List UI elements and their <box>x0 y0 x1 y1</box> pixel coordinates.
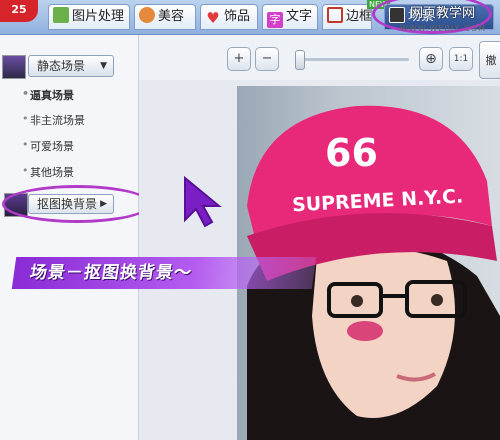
tab-text[interactable]: 字文字 <box>262 4 318 30</box>
scene-side-panel: 静态场景 ▼ 逼真场景 非主流场景 可爱场景 其他场景 抠图换背景 ▶ <box>0 35 152 440</box>
actual-size-icon: 1:1 <box>453 54 469 64</box>
zoom-out-icon: − <box>261 51 273 66</box>
tab-label: 饰品 <box>224 9 251 24</box>
category-realistic[interactable]: 逼真场景 <box>22 87 74 103</box>
actual-size-button[interactable]: 1:1 <box>449 47 473 71</box>
left-eye <box>351 295 363 307</box>
annotation-banner: 场景－抠图换背景～ <box>11 257 317 289</box>
tab-label: 美容 <box>158 9 185 24</box>
heart-icon: ♥ <box>206 9 220 27</box>
beauty-face-icon <box>139 7 155 23</box>
zoom-out-button[interactable]: − <box>255 47 279 71</box>
photo-edit-icon <box>53 7 69 23</box>
tab-frame[interactable]: 边框 <box>322 4 372 30</box>
tab-label: 边框 <box>346 9 372 24</box>
fit-window-button[interactable]: ⊕ <box>419 47 443 71</box>
app-logo: 25 <box>0 0 38 22</box>
zoom-slider-thumb[interactable] <box>295 50 305 70</box>
watermark-url: WWW.WEBJX.COM <box>400 24 486 33</box>
undo-button[interactable]: 撤 <box>479 41 500 79</box>
zoom-in-button[interactable]: + <box>227 47 251 71</box>
fit-window-icon: ⊕ <box>425 51 437 67</box>
text-icon: 字 <box>267 12 283 28</box>
zoom-slider-track[interactable] <box>299 58 409 61</box>
tab-beauty[interactable]: 美容 <box>134 4 196 30</box>
frame-icon <box>327 7 343 23</box>
zoom-in-icon: + <box>233 51 245 66</box>
cap-number: 66 <box>325 131 378 175</box>
static-scene-thumbnail <box>2 55 26 79</box>
canvas-toolbar: + − ⊕ 1:1 撤 <box>139 35 500 80</box>
undo-label: 撤 <box>485 54 497 67</box>
dropdown-label: 静态场景 <box>37 59 86 73</box>
lips-sticker <box>347 321 383 341</box>
tab-photo-edit[interactable]: 图片处理 <box>48 4 130 30</box>
category-other[interactable]: 其他场景 <box>22 164 74 180</box>
chevron-down-icon: ▼ <box>100 61 107 71</box>
cursor-arrow-icon <box>184 176 222 228</box>
category-cute[interactable]: 可爱场景 <box>22 138 74 154</box>
tab-label: 图片处理 <box>72 9 125 24</box>
scene-type-dropdown[interactable]: 静态场景 ▼ <box>28 55 114 77</box>
category-non-mainstream[interactable]: 非主流场景 <box>22 112 85 128</box>
cutout-highlight-ring <box>2 185 152 223</box>
tab-label: 文字 <box>286 9 313 24</box>
tab-accessories[interactable]: ♥ 饰品 <box>200 4 258 30</box>
right-eye <box>431 294 443 306</box>
